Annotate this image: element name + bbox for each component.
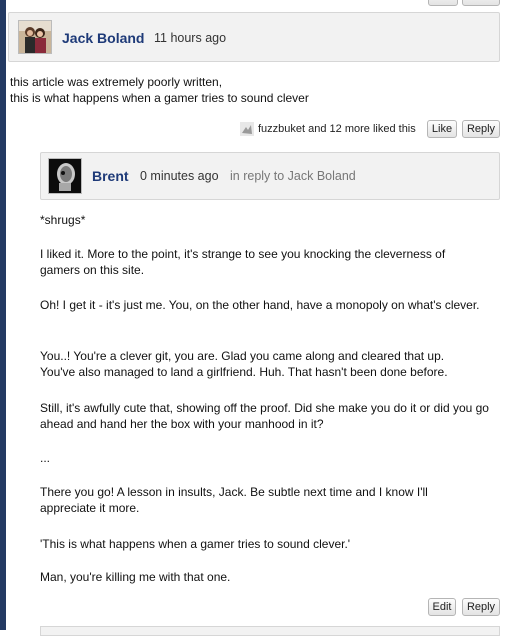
reply-button[interactable]: Reply: [462, 120, 500, 138]
partial-top-button-1[interactable]: [428, 0, 458, 6]
comment-paragraph: Man, you're killing me with that one.: [40, 570, 231, 584]
comment-line: this is what happens when a gamer tries …: [10, 91, 309, 105]
next-comment-header: [40, 626, 500, 636]
reply-comment-header: Brent 0 minutes ago in reply to Jack Bol…: [40, 152, 500, 200]
comment-paragraph: 'This is what happens when a gamer tries…: [40, 537, 351, 551]
liker-avatar-icon: [240, 122, 254, 136]
comment-paragraph: I liked it. More to the point, it's stra…: [40, 247, 446, 277]
reply-button[interactable]: Reply: [462, 598, 500, 616]
top-comment-header: Jack Boland 11 hours ago: [8, 12, 500, 62]
comment-paragraph: *shrugs*: [40, 213, 86, 227]
edit-button[interactable]: Edit: [428, 598, 456, 616]
comment-paragraph: You..! You're a clever git, you are. Gla…: [40, 349, 448, 379]
partial-top-button-2[interactable]: [462, 0, 500, 6]
comment-author[interactable]: Brent: [92, 168, 129, 184]
in-reply-to-link[interactable]: in reply to Jack Boland: [230, 169, 356, 183]
couple-photo-icon: [19, 21, 51, 53]
comment-paragraph: Still, it's awfully cute that, showing o…: [40, 401, 489, 431]
like-button[interactable]: Like: [427, 120, 457, 138]
likes-summary[interactable]: fuzzbuket and 12 more liked this: [258, 123, 416, 135]
top-comment-body: this article was extremely poorly writte…: [10, 74, 500, 106]
comment-paragraph: ...: [40, 451, 51, 465]
comment-paragraph: There you go! A lesson in insults, Jack.…: [40, 485, 428, 515]
comment-line: this article was extremely poorly writte…: [10, 75, 223, 89]
avatar[interactable]: [48, 158, 82, 194]
avatar[interactable]: [18, 20, 52, 54]
comment-time: 11 hours ago: [154, 31, 227, 45]
left-rail: [0, 0, 6, 630]
comment-time: 0 minutes ago: [140, 169, 219, 183]
skull-avatar-icon: [49, 159, 81, 193]
comment-author[interactable]: Jack Boland: [62, 30, 144, 46]
comment-paragraph: Oh! I get it - it's just me. You, on the…: [40, 298, 480, 312]
